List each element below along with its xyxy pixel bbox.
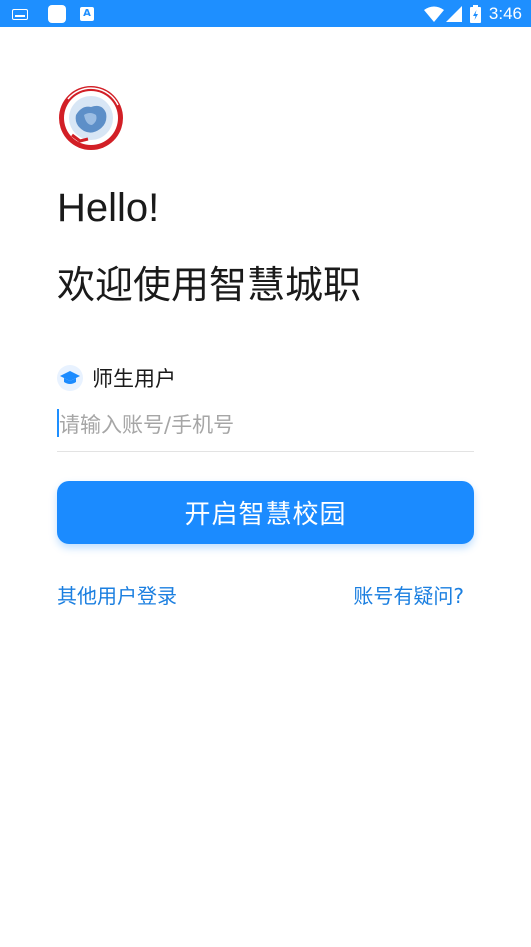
text-cursor xyxy=(57,409,59,437)
wifi-icon xyxy=(423,6,444,22)
status-bar: A 3:46 xyxy=(0,0,531,27)
status-bar-right: 3:46 xyxy=(423,0,522,27)
greeting-title: Hello! xyxy=(57,186,160,230)
status-time: 3:46 xyxy=(488,3,522,23)
input-underline xyxy=(57,451,474,452)
graduation-cap-icon xyxy=(57,365,83,391)
keyboard-icon xyxy=(12,8,28,20)
start-campus-button[interactable]: 开启智慧校园 xyxy=(57,481,474,544)
user-type-label: 师生用户 xyxy=(92,367,176,391)
status-bar-left: A xyxy=(12,5,94,23)
user-type-selector[interactable]: 师生用户 xyxy=(57,363,176,393)
school-emblem-icon xyxy=(59,86,123,150)
signal-icon xyxy=(445,5,462,22)
account-input[interactable] xyxy=(57,402,474,448)
app-icon xyxy=(48,5,66,23)
other-user-login-link[interactable]: 其他用户登录 xyxy=(57,580,177,609)
account-help-link[interactable]: 账号有疑问? xyxy=(353,580,464,609)
a-icon: A xyxy=(80,7,94,21)
battery-icon xyxy=(469,4,481,23)
welcome-title: 欢迎使用智慧城职 xyxy=(57,263,362,307)
